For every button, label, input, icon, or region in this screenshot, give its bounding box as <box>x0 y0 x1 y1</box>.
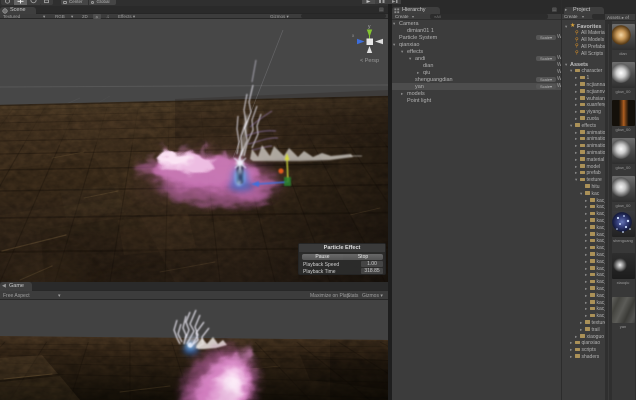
svg-text:y: y <box>368 24 371 30</box>
svg-text:x: x <box>352 33 355 38</box>
svg-text:< Persp: < Persp <box>360 58 379 64</box>
